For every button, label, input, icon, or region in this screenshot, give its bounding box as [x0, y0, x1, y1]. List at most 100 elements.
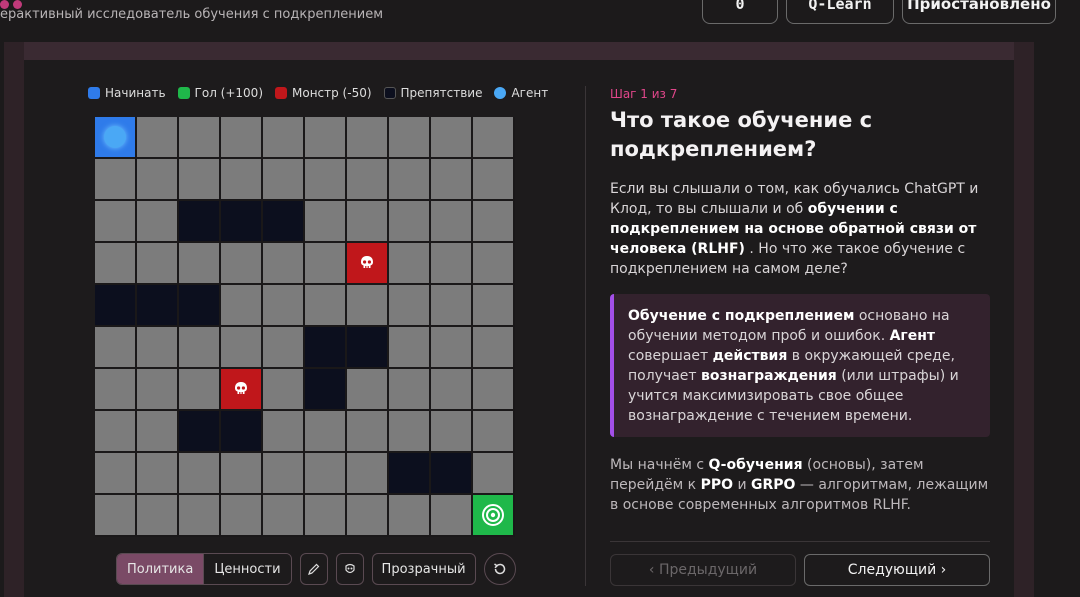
grid-cell[interactable] [473, 411, 513, 451]
grid-cell[interactable] [263, 159, 303, 199]
grid-cell[interactable] [473, 285, 513, 325]
grid-cell[interactable] [431, 243, 471, 283]
grid-cell[interactable] [137, 201, 177, 241]
grid-cell[interactable] [95, 201, 135, 241]
grid-cell[interactable] [347, 369, 387, 409]
grid-cell[interactable] [431, 201, 471, 241]
grid-cell[interactable] [95, 453, 135, 493]
grid-cell[interactable] [179, 495, 219, 535]
grid-cell[interactable] [347, 495, 387, 535]
grid-cell[interactable] [305, 243, 345, 283]
reset-button[interactable] [483, 553, 516, 585]
grid-cell[interactable] [95, 495, 135, 535]
grid-cell-monster[interactable] [347, 243, 387, 283]
grid-cell[interactable] [137, 453, 177, 493]
grid-cell[interactable] [473, 117, 513, 157]
grid-cell[interactable] [347, 285, 387, 325]
grid-cell[interactable] [137, 495, 177, 535]
grid-cell-goal[interactable] [473, 495, 513, 535]
grid-cell[interactable] [431, 327, 471, 367]
transparent-button[interactable]: Прозрачный [371, 553, 476, 585]
grid-cell[interactable] [179, 369, 219, 409]
grid-cell[interactable] [221, 117, 261, 157]
grid-cell[interactable] [179, 243, 219, 283]
grid-cell[interactable] [473, 159, 513, 199]
grid-cell[interactable] [473, 453, 513, 493]
grid-cell[interactable] [473, 243, 513, 283]
grid-cell[interactable] [389, 201, 429, 241]
grid-cell[interactable] [431, 285, 471, 325]
grid-cell[interactable] [95, 159, 135, 199]
edit-button[interactable] [299, 553, 328, 585]
grid-cell[interactable] [347, 201, 387, 241]
grid-cell-obstacle[interactable] [305, 369, 345, 409]
grid-cell[interactable] [179, 159, 219, 199]
grid-cell[interactable] [263, 453, 303, 493]
gridworld[interactable] [95, 117, 515, 537]
grid-cell[interactable] [389, 327, 429, 367]
grid-cell-obstacle[interactable] [95, 285, 135, 325]
grid-cell-obstacle[interactable] [221, 411, 261, 451]
monster-tool-button[interactable] [335, 553, 364, 585]
grid-cell[interactable] [473, 201, 513, 241]
grid-cell[interactable] [305, 117, 345, 157]
grid-cell[interactable] [95, 243, 135, 283]
grid-cell[interactable] [305, 495, 345, 535]
grid-cell[interactable] [137, 243, 177, 283]
grid-cell-obstacle[interactable] [431, 453, 471, 493]
grid-cell[interactable] [389, 369, 429, 409]
grid-cell[interactable] [263, 369, 303, 409]
values-tab[interactable]: Ценности [203, 554, 291, 584]
grid-cell[interactable] [221, 453, 261, 493]
grid-cell[interactable] [263, 117, 303, 157]
grid-cell-obstacle[interactable] [179, 411, 219, 451]
grid-cell[interactable] [221, 159, 261, 199]
grid-cell[interactable] [263, 495, 303, 535]
grid-cell[interactable] [179, 453, 219, 493]
grid-cell[interactable] [389, 285, 429, 325]
grid-cell[interactable] [263, 243, 303, 283]
grid-cell[interactable] [137, 159, 177, 199]
grid-cell[interactable] [347, 453, 387, 493]
grid-cell[interactable] [389, 117, 429, 157]
grid-cell[interactable] [347, 159, 387, 199]
grid-cell[interactable] [95, 327, 135, 367]
grid-cell[interactable] [95, 369, 135, 409]
grid-cell[interactable] [389, 243, 429, 283]
grid-cell[interactable] [389, 159, 429, 199]
grid-cell[interactable] [137, 369, 177, 409]
grid-cell[interactable] [263, 411, 303, 451]
grid-cell[interactable] [221, 495, 261, 535]
grid-cell[interactable] [431, 369, 471, 409]
grid-cell[interactable] [473, 327, 513, 367]
grid-cell[interactable] [389, 495, 429, 535]
grid-cell-obstacle[interactable] [221, 201, 261, 241]
grid-cell[interactable] [179, 117, 219, 157]
grid-cell[interactable] [137, 411, 177, 451]
grid-cell-obstacle[interactable] [305, 327, 345, 367]
grid-cell[interactable] [137, 117, 177, 157]
policy-tab[interactable]: Политика [117, 554, 204, 584]
grid-cell-start[interactable] [95, 117, 135, 157]
grid-cell[interactable] [305, 159, 345, 199]
grid-cell-monster[interactable] [221, 369, 261, 409]
grid-cell[interactable] [389, 411, 429, 451]
grid-cell-obstacle[interactable] [347, 327, 387, 367]
grid-cell-obstacle[interactable] [389, 453, 429, 493]
grid-cell[interactable] [221, 243, 261, 283]
grid-cell[interactable] [347, 117, 387, 157]
grid-cell[interactable] [473, 369, 513, 409]
grid-cell[interactable] [263, 327, 303, 367]
grid-cell[interactable] [137, 327, 177, 367]
grid-cell[interactable] [305, 285, 345, 325]
next-button[interactable]: Следующий › [804, 554, 990, 586]
grid-cell[interactable] [305, 411, 345, 451]
grid-cell-obstacle[interactable] [137, 285, 177, 325]
grid-cell[interactable] [431, 411, 471, 451]
grid-cell-obstacle[interactable] [179, 201, 219, 241]
grid-cell[interactable] [221, 285, 261, 325]
algorithm-selector[interactable]: Q-Learn [786, 0, 894, 24]
status-button[interactable]: Приостановлено [902, 0, 1056, 24]
grid-cell[interactable] [431, 495, 471, 535]
grid-cell-obstacle[interactable] [179, 285, 219, 325]
